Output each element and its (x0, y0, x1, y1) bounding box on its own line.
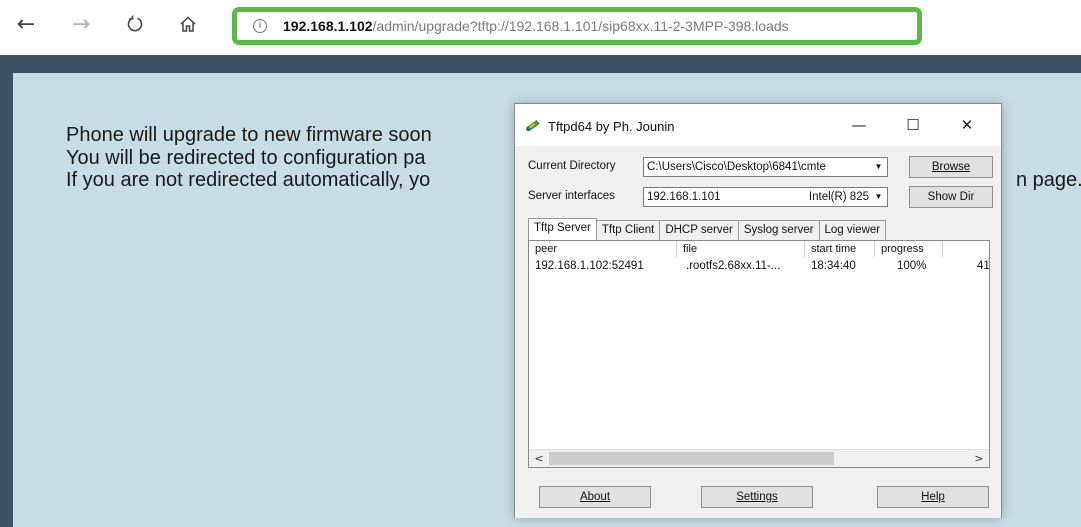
help-button-label: Help (921, 491, 945, 503)
column-start-time[interactable]: start time (805, 241, 875, 257)
back-arrow-icon[interactable]: ← (12, 10, 40, 38)
window-title: Tftpd64 by Ph. Jounin (548, 119, 675, 134)
tab-tftp-client[interactable]: Tftp Client (595, 220, 661, 240)
browse-button[interactable]: Browse (909, 156, 993, 178)
current-directory-label: Current Directory (528, 160, 616, 172)
dropdown-arrow-icon[interactable]: ▼ (871, 189, 886, 205)
minimize-icon[interactable]: — (845, 116, 873, 136)
server-interfaces-label: Server interfaces (528, 190, 615, 202)
message-line-3: If you are not redirected automatically,… (66, 169, 431, 191)
refresh-icon[interactable] (121, 10, 149, 38)
about-button-label: About (579, 491, 611, 503)
server-interface-ip: 192.168.1.101 (647, 191, 721, 203)
show-dir-button[interactable]: Show Dir (909, 186, 993, 208)
upgrade-message: Phone will upgrade to new firmware soon … (66, 124, 432, 192)
transfer-list-header: peer file start time progress (529, 241, 989, 257)
tab-dhcp-server[interactable]: DHCP server (659, 220, 739, 240)
browser-toolbar: ← → i 192.168.1.102/admin/upgrade?tftp:/… (0, 0, 1081, 48)
window-client-area: Current Directory C:\Users\Cisco\Desktop… (515, 146, 1001, 518)
row-file: .rootfs2.68xx.11-... (686, 260, 781, 272)
column-progress[interactable]: progress (875, 241, 943, 257)
row-peer: 192.168.1.102:52491 (535, 260, 644, 272)
column-peer[interactable]: peer (529, 241, 677, 257)
window-titlebar[interactable]: Tftpd64 by Ph. Jounin — ☐ ✕ (515, 104, 1001, 146)
message-line-1: Phone will upgrade to new firmware soon (66, 124, 432, 146)
page-header-bar (0, 55, 1081, 73)
row-start-time: 18:34:40 (811, 260, 856, 272)
message-line-2: You will be redirected to configuration … (66, 146, 426, 169)
column-file[interactable]: file (677, 241, 805, 257)
browse-button-label: Browse (931, 161, 971, 173)
tftpd-app-icon (526, 119, 540, 132)
settings-button-label: Settings (736, 491, 778, 503)
url-path: /admin/upgrade?tftp://192.168.1.101/sip6… (372, 18, 789, 34)
server-interface-adapter: Intel(R) 825 (808, 191, 869, 203)
address-bar[interactable]: i 192.168.1.102/admin/upgrade?tftp://192… (232, 7, 922, 45)
message-line-3-tail: n page. (1016, 169, 1081, 191)
close-icon[interactable]: ✕ (953, 116, 981, 136)
help-button[interactable]: Help (877, 486, 989, 508)
row-progress: 100% (897, 260, 927, 272)
page-left-border (0, 55, 13, 527)
url-host: 192.168.1.102 (283, 18, 373, 34)
maximize-icon[interactable]: ☐ (899, 116, 927, 136)
scrollbar-thumb[interactable] (549, 452, 834, 465)
horizontal-scrollbar[interactable]: < > (529, 449, 989, 467)
current-directory-value: C:\Users\Cisco\Desktop\6841\cmte (647, 161, 826, 173)
tab-tftp-server[interactable]: Tftp Server (528, 218, 597, 240)
transfer-list[interactable]: peer file start time progress 192.168.1.… (528, 240, 990, 468)
site-info-icon[interactable]: i (253, 19, 267, 33)
dropdown-arrow-icon[interactable]: ▼ (871, 159, 886, 175)
scroll-left-icon[interactable]: < (531, 450, 547, 467)
about-button[interactable]: About (539, 486, 651, 508)
settings-button[interactable]: Settings (701, 486, 813, 508)
forward-arrow-icon[interactable]: → (67, 10, 95, 38)
scroll-right-icon[interactable]: > (971, 450, 987, 467)
tftpd64-window: Tftpd64 by Ph. Jounin — ☐ ✕ Current Dire… (514, 103, 1002, 518)
tab-bar: Tftp Server Tftp Client DHCP server Sysl… (528, 218, 887, 240)
row-extra: 41 (977, 260, 990, 272)
server-interfaces-combo[interactable]: 192.168.1.101 Intel(R) 825 ▼ (643, 187, 888, 207)
current-directory-combo[interactable]: C:\Users\Cisco\Desktop\6841\cmte ▼ (643, 157, 888, 177)
tab-log-viewer[interactable]: Log viewer (818, 220, 887, 240)
home-icon[interactable] (174, 10, 202, 38)
tab-syslog-server[interactable]: Syslog server (737, 220, 820, 240)
